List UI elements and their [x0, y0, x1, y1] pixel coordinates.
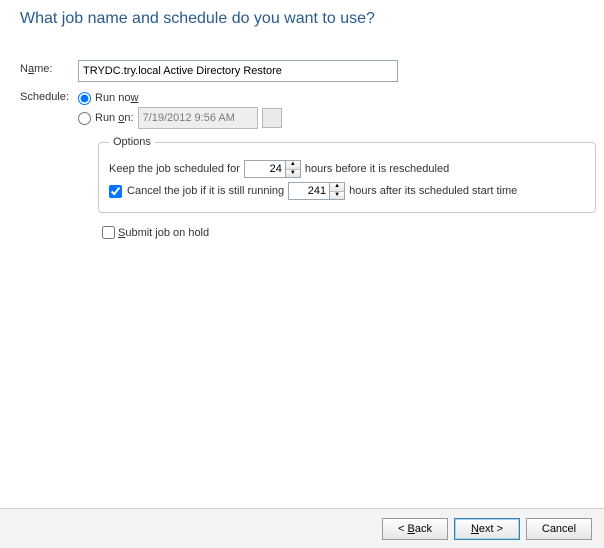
next-button[interactable]: Next >	[454, 518, 520, 540]
options-group: Options Keep the job scheduled for ▲ ▼ h…	[98, 136, 596, 213]
back-button[interactable]: < Back	[382, 518, 448, 540]
run-on-date-input	[138, 107, 258, 129]
submit-hold-checkbox[interactable]	[102, 226, 115, 239]
page-title: What job name and schedule do you want t…	[20, 10, 375, 28]
schedule-label: Schedule:	[20, 88, 78, 103]
form-area: Name: Schedule: Run now Run on:	[20, 60, 580, 242]
run-on-label: Run on:	[95, 112, 134, 124]
keep-post-text: hours before it is rescheduled	[305, 163, 449, 175]
job-name-input[interactable]	[78, 60, 398, 82]
wizard-page: What job name and schedule do you want t…	[0, 0, 604, 548]
run-on-post: n:	[124, 112, 133, 124]
cancel-hours-spinner[interactable]: ▲ ▼	[288, 182, 345, 200]
run-now-u: w	[130, 92, 138, 104]
run-on-line: Run on:	[78, 108, 580, 128]
name-label-post: me:	[34, 63, 52, 75]
next-u: N	[471, 523, 479, 535]
keep-pre-text: Keep the job scheduled for	[109, 163, 240, 175]
run-on-radio[interactable]	[78, 112, 91, 125]
cancel-hours-up-icon[interactable]: ▲	[330, 183, 344, 192]
keep-hours-spinner[interactable]: ▲ ▼	[244, 160, 301, 178]
cancel-post-text: hours after its scheduled start time	[349, 185, 517, 197]
back-pre: <	[398, 523, 407, 535]
back-u: B	[408, 523, 415, 535]
submit-hold-label: Submit job on hold	[118, 227, 209, 239]
options-legend: Options	[109, 136, 155, 148]
cancel-hours-spin-btns: ▲ ▼	[329, 182, 345, 200]
cancel-hours-down-icon[interactable]: ▼	[330, 192, 344, 200]
calendar-icon	[262, 108, 282, 128]
cancel-label: Cancel the job if it is still running	[127, 185, 284, 197]
next-post: ext >	[479, 523, 503, 535]
name-label-pre: N	[20, 63, 28, 75]
keep-hours-spin-btns: ▲ ▼	[285, 160, 301, 178]
keep-scheduled-line: Keep the job scheduled for ▲ ▼ hours bef…	[109, 158, 585, 180]
wizard-footer: < Back Next > Cancel	[0, 508, 604, 548]
keep-hours-input[interactable]	[244, 160, 285, 178]
name-row: Name:	[20, 60, 580, 82]
schedule-row: Schedule: Run now Run on:	[20, 88, 580, 128]
run-now-line: Run now	[78, 88, 580, 108]
back-post: ack	[415, 523, 432, 535]
cancel-running-checkbox[interactable]	[109, 185, 122, 198]
cancel-button[interactable]: Cancel	[526, 518, 592, 540]
cancel-running-line: Cancel the job if it is still running ▲ …	[109, 180, 585, 202]
submit-hold-line: Submit job on hold	[98, 223, 580, 242]
run-now-pre: Run no	[95, 92, 130, 104]
name-label: Name:	[20, 60, 78, 75]
cancel-u: C	[127, 185, 135, 197]
cancel-text: Cancel	[542, 523, 576, 535]
keep-hours-down-icon[interactable]: ▼	[286, 170, 300, 178]
run-on-pre: Run	[95, 112, 118, 124]
cancel-pre: ancel the job if it is still running	[135, 185, 284, 197]
schedule-field-col: Run now Run on:	[78, 88, 580, 128]
keep-hours-up-icon[interactable]: ▲	[286, 161, 300, 170]
cancel-hours-input[interactable]	[288, 182, 329, 200]
run-now-radio[interactable]	[78, 92, 91, 105]
name-field-col	[78, 60, 580, 82]
submit-rest: ubmit job on hold	[125, 227, 209, 239]
run-now-label: Run now	[95, 92, 138, 104]
